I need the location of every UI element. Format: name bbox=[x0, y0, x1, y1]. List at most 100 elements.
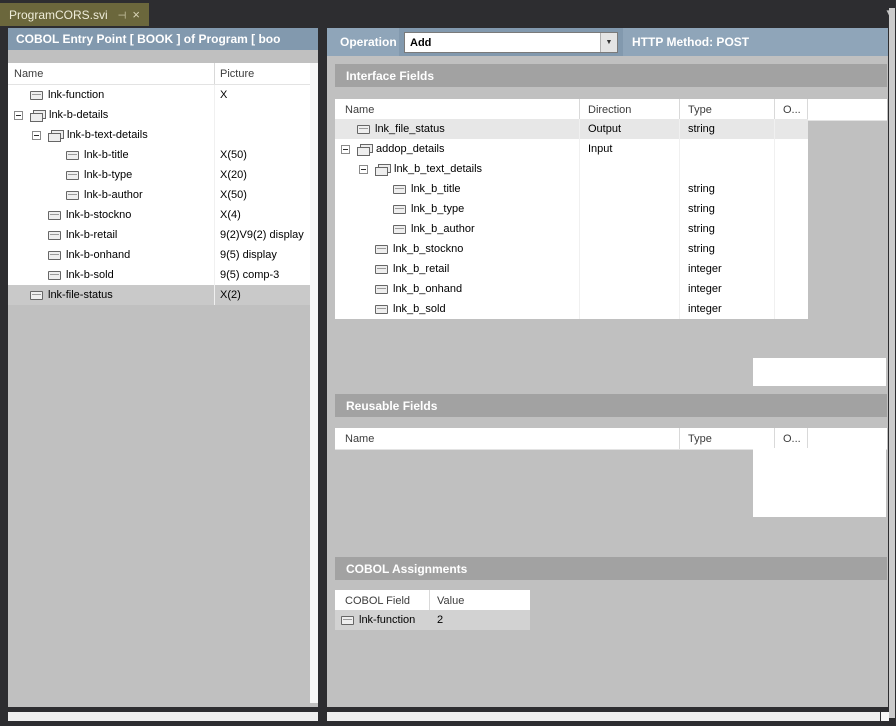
column-header-name[interactable]: Name bbox=[335, 428, 680, 449]
group-icon bbox=[30, 110, 45, 121]
collapse-expander-icon[interactable] bbox=[341, 145, 350, 154]
entry-point-row-lnk-b-details[interactable]: lnk-b-details bbox=[8, 105, 310, 125]
column-header-picture[interactable]: Picture bbox=[215, 63, 310, 84]
field-name-label: lnk_b_type bbox=[411, 203, 464, 215]
interface-field-row-lnk_b_author[interactable]: lnk_b_authorstring bbox=[335, 219, 808, 239]
expander-slot bbox=[32, 131, 48, 140]
entry-point-row-lnk-b-text-details[interactable]: lnk-b-text-details bbox=[8, 125, 310, 145]
field-name-label: lnk-b-sold bbox=[66, 269, 114, 281]
o-cell bbox=[775, 119, 808, 139]
o-cell bbox=[775, 279, 808, 299]
name-cell: lnk-b-stockno bbox=[8, 205, 215, 225]
interface-field-row-lnk_b_title[interactable]: lnk_b_titlestring bbox=[335, 179, 808, 199]
direction-cell bbox=[580, 159, 680, 179]
interface-field-row-lnk_b_text_details[interactable]: lnk_b_text_details bbox=[335, 159, 808, 179]
field-name-label: lnk_b_author bbox=[411, 223, 475, 235]
entry-point-row-lnk-b-onhand[interactable]: lnk-b-onhand9(5) display bbox=[8, 245, 310, 265]
pin-icon[interactable]: ⊤ bbox=[115, 10, 125, 19]
column-header-type[interactable]: Type bbox=[680, 428, 775, 449]
cobol-assignments-header: COBOL Assignments bbox=[335, 557, 887, 580]
picture-cell: 9(2)V9(2) display bbox=[215, 225, 310, 245]
operation-select[interactable]: Add ▼ bbox=[404, 32, 618, 53]
operation-selected-value: Add bbox=[405, 33, 600, 52]
name-cell: lnk_b_onhand bbox=[335, 279, 580, 299]
tab-programcors-svi[interactable]: ProgramCORS.svi ⊤ × bbox=[0, 3, 149, 26]
reusable-fields-grid-header: Name Type O... bbox=[335, 428, 887, 450]
entry-point-row-lnk-file-status[interactable]: lnk-file-statusX(2) bbox=[8, 285, 310, 305]
interface-field-row-lnk_b_onhand[interactable]: lnk_b_onhandinteger bbox=[335, 279, 808, 299]
entry-point-grid-header: Name Picture bbox=[8, 63, 310, 85]
interface-fields-rows: lnk_file_statusOutputstringaddop_details… bbox=[335, 119, 808, 319]
ide-window: ProgramCORS.svi ⊤ × ▾ COBOL Entry Point … bbox=[0, 0, 896, 726]
scrollbar-corner bbox=[881, 712, 889, 721]
column-header-direction[interactable]: Direction bbox=[580, 99, 680, 120]
field-name-label: lnk_b_onhand bbox=[393, 283, 462, 295]
cobol-assignments-rows: lnk-function2 bbox=[335, 610, 530, 630]
name-cell: lnk-b-type bbox=[8, 165, 215, 185]
column-header-name[interactable]: Name bbox=[8, 63, 215, 84]
type-cell: integer bbox=[680, 259, 775, 279]
reusable-fields-empty-area bbox=[753, 448, 886, 517]
field-icon bbox=[30, 91, 43, 100]
direction-cell bbox=[580, 219, 680, 239]
entry-point-row-lnk-b-sold[interactable]: lnk-b-sold9(5) comp-3 bbox=[8, 265, 310, 285]
field-icon bbox=[357, 125, 370, 134]
entry-point-row-lnk-b-author[interactable]: lnk-b-authorX(50) bbox=[8, 185, 310, 205]
picture-cell bbox=[215, 125, 310, 145]
type-cell: string bbox=[680, 179, 775, 199]
o-cell bbox=[775, 259, 808, 279]
name-cell: addop_details bbox=[335, 139, 580, 159]
interface-field-row-lnk_b_retail[interactable]: lnk_b_retailinteger bbox=[335, 259, 808, 279]
direction-cell bbox=[580, 199, 680, 219]
picture-cell: X(50) bbox=[215, 185, 310, 205]
name-cell: lnk_file_status bbox=[335, 119, 580, 139]
interface-field-row-lnk_file_status[interactable]: lnk_file_statusOutputstring bbox=[335, 119, 808, 139]
entry-point-row-lnk-b-stockno[interactable]: lnk-b-stocknoX(4) bbox=[8, 205, 310, 225]
o-cell bbox=[775, 199, 808, 219]
name-cell: lnk-b-text-details bbox=[8, 125, 215, 145]
interface-field-row-lnk_b_sold[interactable]: lnk_b_soldinteger bbox=[335, 299, 808, 319]
name-cell: lnk-b-retail bbox=[8, 225, 215, 245]
column-header-filler bbox=[808, 99, 887, 120]
entry-point-vertical-scrollbar[interactable] bbox=[310, 63, 318, 703]
field-icon bbox=[375, 285, 388, 294]
entry-point-row-lnk-b-retail[interactable]: lnk-b-retail9(2)V9(2) display bbox=[8, 225, 310, 245]
o-cell bbox=[775, 179, 808, 199]
dropdown-arrow-icon[interactable]: ▼ bbox=[600, 33, 617, 52]
picture-cell: X bbox=[215, 85, 310, 105]
interface-field-row-lnk_b_type[interactable]: lnk_b_typestring bbox=[335, 199, 808, 219]
name-cell: lnk_b_author bbox=[335, 219, 580, 239]
column-header-value[interactable]: Value bbox=[430, 590, 530, 611]
column-header-cobol-field[interactable]: COBOL Field bbox=[335, 590, 430, 611]
picture-cell: X(4) bbox=[215, 205, 310, 225]
collapse-expander-icon[interactable] bbox=[359, 165, 368, 174]
cobol-entry-point-panel: COBOL Entry Point [ BOOK ] of Program [ … bbox=[8, 28, 318, 707]
column-header-type[interactable]: Type bbox=[680, 99, 775, 120]
interface-fields-grid-header: Name Direction Type O... bbox=[335, 99, 887, 121]
interface-field-row-addop_details[interactable]: addop_detailsInput bbox=[335, 139, 808, 159]
field-icon bbox=[375, 305, 388, 314]
name-cell: lnk_b_type bbox=[335, 199, 580, 219]
column-header-o[interactable]: O... bbox=[775, 428, 808, 449]
column-header-name[interactable]: Name bbox=[335, 99, 580, 120]
cobol-assignments-grid-header: COBOL Field Value bbox=[335, 590, 530, 612]
value-cell: 2 bbox=[430, 610, 530, 630]
field-name-label: lnk-b-title bbox=[84, 149, 129, 161]
name-cell: lnk-b-details bbox=[8, 105, 215, 125]
collapse-expander-icon[interactable] bbox=[32, 131, 41, 140]
collapse-expander-icon[interactable] bbox=[14, 111, 23, 120]
entry-point-row-lnk-b-type[interactable]: lnk-b-typeX(20) bbox=[8, 165, 310, 185]
close-icon[interactable]: × bbox=[132, 8, 140, 21]
entry-point-row-lnk-function[interactable]: lnk-functionX bbox=[8, 85, 310, 105]
direction-cell: Output bbox=[580, 119, 680, 139]
type-cell: string bbox=[680, 119, 775, 139]
assignment-row-lnk-function[interactable]: lnk-function2 bbox=[335, 610, 530, 630]
column-header-o[interactable]: O... bbox=[775, 99, 808, 120]
o-cell bbox=[775, 159, 808, 179]
o-cell bbox=[775, 219, 808, 239]
left-horizontal-scrollbar[interactable] bbox=[8, 712, 318, 721]
right-horizontal-scrollbar[interactable] bbox=[327, 712, 880, 721]
entry-point-row-lnk-b-title[interactable]: lnk-b-titleX(50) bbox=[8, 145, 310, 165]
interface-field-row-lnk_b_stockno[interactable]: lnk_b_stocknostring bbox=[335, 239, 808, 259]
window-vertical-scrollbar[interactable] bbox=[889, 8, 895, 718]
